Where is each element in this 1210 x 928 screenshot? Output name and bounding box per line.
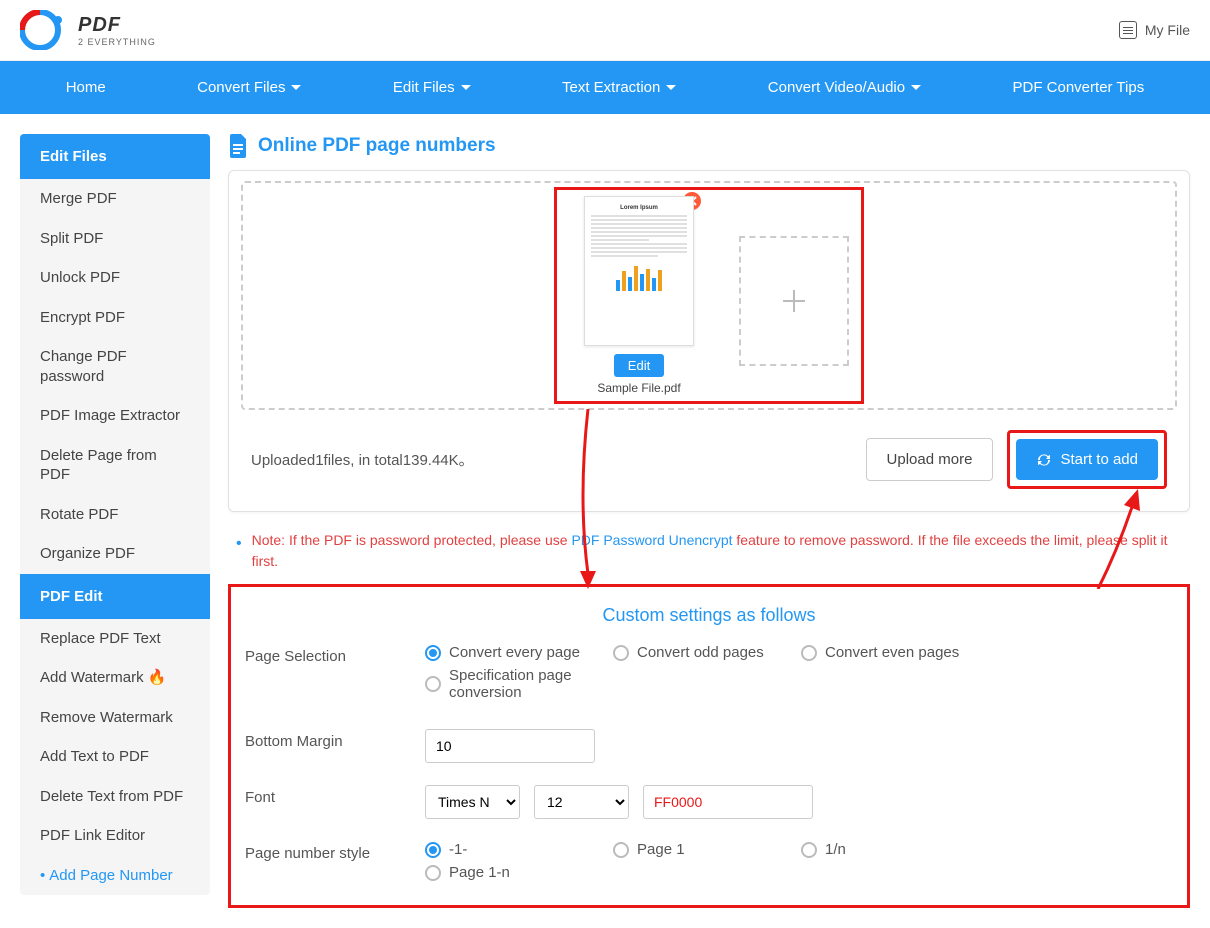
radio-icon — [613, 645, 629, 661]
radio-icon — [613, 842, 629, 858]
row-page-selection: Page Selection Convert every page Conver… — [245, 644, 1173, 707]
start-add-button[interactable]: Start to add — [1016, 439, 1158, 480]
document-icon — [228, 134, 248, 158]
edit-file-button[interactable]: Edit — [614, 354, 664, 377]
settings-title: Custom settings as follows — [245, 605, 1173, 626]
annotation-start-box: Start to add — [1007, 430, 1167, 489]
sidebar-item-replace-text[interactable]: Replace PDF Text — [20, 619, 210, 659]
font-label: Font — [245, 785, 425, 806]
filename-label: Sample File.pdf — [569, 381, 709, 395]
nav-text-extraction[interactable]: Text Extraction — [538, 61, 700, 114]
sidebar-item-delete-text[interactable]: Delete Text from PDF — [20, 777, 210, 817]
sidebar-group-pdf-edit: PDF Edit — [20, 574, 210, 619]
sidebar-item-add-page-number[interactable]: •Add Page Number — [20, 856, 210, 896]
sidebar-item-rotate[interactable]: Rotate PDF — [20, 495, 210, 535]
upload-card: Lorem Ipsum — [228, 170, 1190, 512]
nav-converter-tips[interactable]: PDF Converter Tips — [989, 61, 1169, 114]
note-row: • Note: If the PDF is password protected… — [236, 530, 1182, 572]
radio-icon — [425, 645, 441, 661]
upload-more-button[interactable]: Upload more — [866, 438, 994, 481]
drop-zone[interactable]: Lorem Ipsum — [241, 181, 1177, 410]
sidebar-item-image-extractor[interactable]: PDF Image Extractor — [20, 396, 210, 436]
caret-down-icon — [911, 85, 921, 90]
opt-convert-every[interactable]: Convert every page — [425, 644, 613, 661]
row-page-number-style: Page number style -1- Page 1 1/n Page 1-… — [245, 841, 1173, 887]
sidebar-item-encrypt[interactable]: Encrypt PDF — [20, 298, 210, 338]
upload-footer: Uploaded1files, in total139.44K。 Upload … — [241, 422, 1177, 497]
chart-thumbnail-icon — [591, 263, 687, 291]
nav-home[interactable]: Home — [42, 61, 130, 114]
add-file-tile[interactable] — [739, 236, 849, 366]
caret-down-icon — [291, 85, 301, 90]
page-body: Edit Files Merge PDF Split PDF Unlock PD… — [0, 114, 1210, 928]
settings-box: Custom settings as follows Page Selectio… — [228, 584, 1190, 908]
sidebar-item-unlock[interactable]: Unlock PDF — [20, 258, 210, 298]
sidebar-item-link-editor[interactable]: PDF Link Editor — [20, 816, 210, 856]
opt-convert-odd[interactable]: Convert odd pages — [613, 644, 801, 661]
row-bottom-margin: Bottom Margin — [245, 729, 1173, 763]
font-size-select[interactable]: 12 — [534, 785, 629, 819]
style-label: Page number style — [245, 841, 425, 862]
sidebar-item-split[interactable]: Split PDF — [20, 219, 210, 259]
opt-spec-conversion[interactable]: Specification page conversion — [425, 667, 613, 701]
navbar: Home Convert Files Edit Files Text Extra… — [0, 61, 1210, 114]
radio-icon — [425, 676, 441, 692]
sidebar-group-edit-files: Edit Files — [20, 134, 210, 179]
sidebar-item-remove-watermark[interactable]: Remove Watermark — [20, 698, 210, 738]
main-content: Online PDF page numbers Lorem Ipsum — [228, 134, 1190, 908]
logo-icon — [20, 10, 70, 50]
logo-sub-text: 2 EVERYTHING — [78, 37, 156, 47]
sidebar-item-add-watermark[interactable]: Add Watermark 🔥 — [20, 658, 210, 698]
password-unencrypt-link[interactable]: PDF Password Unencrypt — [571, 532, 732, 548]
upload-status: Uploaded1files, in total139.44K。 — [251, 449, 474, 470]
radio-icon — [425, 865, 441, 881]
sidebar: Edit Files Merge PDF Split PDF Unlock PD… — [20, 134, 210, 895]
radio-icon — [425, 842, 441, 858]
opt-style-1n[interactable]: 1/n — [801, 841, 989, 858]
radio-icon — [801, 645, 817, 661]
page-title-row: Online PDF page numbers — [228, 134, 1190, 158]
sync-icon — [1036, 452, 1052, 468]
file-preview: Lorem Ipsum — [569, 196, 709, 395]
caret-down-icon — [461, 85, 471, 90]
annotation-file-box: Lorem Ipsum — [554, 187, 864, 404]
bottom-margin-label: Bottom Margin — [245, 729, 425, 750]
nav-convert-files[interactable]: Convert Files — [173, 61, 325, 114]
caret-down-icon — [666, 85, 676, 90]
nav-convert-video-audio[interactable]: Convert Video/Audio — [744, 61, 945, 114]
fire-icon: 🔥 — [148, 669, 167, 686]
logo[interactable]: PDF 2 EVERYTHING — [20, 10, 156, 50]
myfile-link[interactable]: My File — [1119, 21, 1190, 39]
sidebar-item-change-password[interactable]: Change PDF password — [20, 337, 210, 396]
list-icon — [1119, 21, 1137, 39]
sidebar-item-merge[interactable]: Merge PDF — [20, 179, 210, 219]
bullet-icon: • — [236, 532, 242, 556]
opt-convert-even[interactable]: Convert even pages — [801, 644, 989, 661]
pdf-thumbnail: Lorem Ipsum — [584, 196, 694, 346]
top-header: PDF 2 EVERYTHING My File — [0, 0, 1210, 61]
opt-style-page1n[interactable]: Page 1-n — [425, 864, 613, 881]
opt-style-page1[interactable]: Page 1 — [613, 841, 801, 858]
logo-main-text: PDF — [78, 14, 156, 37]
page-title: Online PDF page numbers — [258, 135, 496, 157]
myfile-label: My File — [1145, 22, 1190, 38]
radio-icon — [801, 842, 817, 858]
opt-style-1[interactable]: -1- — [425, 841, 613, 858]
bottom-margin-input[interactable] — [425, 729, 595, 763]
nav-edit-files[interactable]: Edit Files — [369, 61, 495, 114]
page-selection-label: Page Selection — [245, 644, 425, 665]
row-font: Font Times N 12 — [245, 785, 1173, 819]
sidebar-item-add-text[interactable]: Add Text to PDF — [20, 737, 210, 777]
font-name-select[interactable]: Times N — [425, 785, 520, 819]
font-color-input[interactable] — [643, 785, 813, 819]
plus-icon — [779, 286, 809, 316]
sidebar-item-delete-page[interactable]: Delete Page from PDF — [20, 436, 210, 495]
sidebar-item-organize[interactable]: Organize PDF — [20, 534, 210, 574]
note-prefix: Note: If the PDF is password protected, … — [252, 532, 568, 548]
